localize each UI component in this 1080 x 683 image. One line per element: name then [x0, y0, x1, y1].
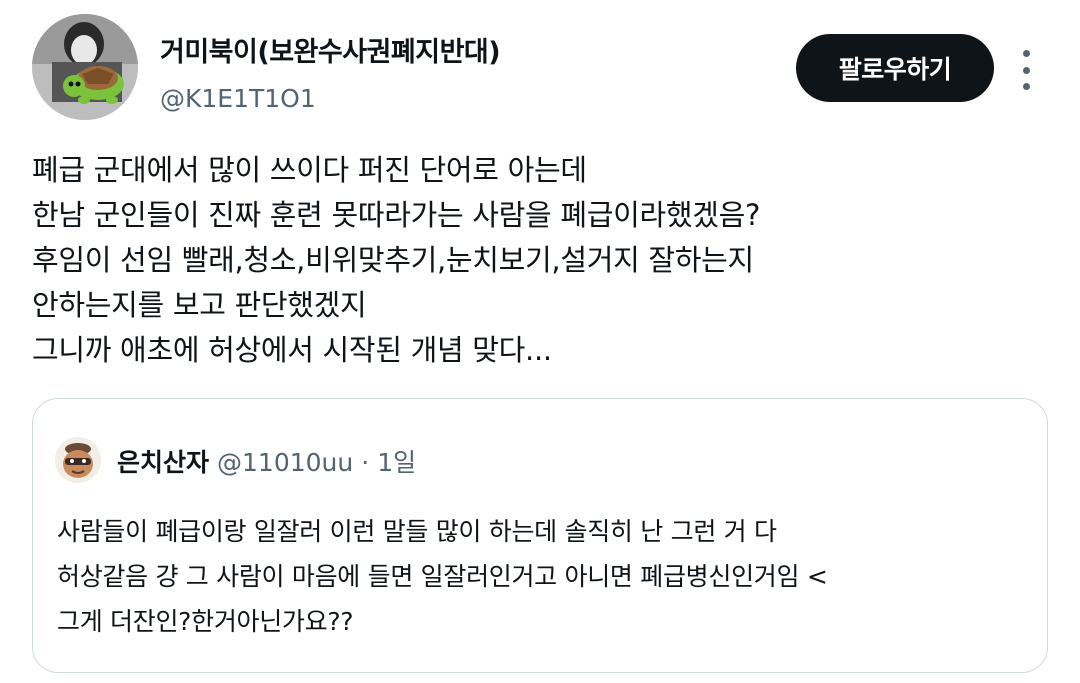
tweet-header: 거미북이(보완수사권폐지반대) @K1E1T1O1 팔로우하기 — [32, 14, 1052, 126]
tweet-line: 폐급 군대에서 많이 쓰이다 퍼진 단어로 아는데 — [32, 153, 587, 187]
tweet-line: 안하는지를 보고 판단했겠지 — [32, 288, 367, 322]
quoted-author-handle[interactable]: @11010uu — [217, 448, 353, 477]
quoted-tweet-line: 그게 더잔인?한거아닌가요?? — [57, 607, 354, 636]
tweet-line: 후임이 선임 빨래,청소,비위맞추기,눈치보기,설거지 잘하는지 — [32, 243, 754, 277]
tweet-line: 그니까 애초에 허상에서 시작된 개념 맞다... — [32, 333, 552, 367]
quoted-tweet-card[interactable]: 은치산자 @11010uu · 1일 사람들이 폐급이랑 일잘러 이런 말들 많이 하… — [32, 398, 1048, 673]
quoted-tweet-header: 은치산자 @11010uu · 1일 — [117, 443, 416, 479]
more-options-icon[interactable] — [1014, 50, 1038, 90]
follow-button[interactable]: 팔로우하기 — [796, 34, 994, 102]
quoted-tweet-time[interactable]: 1일 — [377, 448, 416, 477]
quoted-tweet-line: 허상같음 걍 그 사람이 마음에 들면 일잘러인거고 아니면 폐급병신인거임 < — [57, 562, 828, 591]
tweet-text: 폐급 군대에서 많이 쓰이다 퍼진 단어로 아는데 한남 군인들이 진짜 훈련 … — [32, 148, 1042, 373]
quoted-author-name[interactable]: 은치산자 — [117, 448, 209, 477]
quoted-tweet-line: 사람들이 폐급이랑 일잘러 이런 말들 많이 하는데 솔직히 난 그런 거 다 — [57, 517, 777, 546]
tweet-line: 한남 군인들이 진짜 훈련 못따라가는 사람을 폐급이라했겠음? — [32, 198, 761, 232]
author-display-name[interactable]: 거미북이(보완수사권폐지반대) — [160, 30, 501, 69]
quoted-tweet-text: 사람들이 폐급이랑 일잘러 이런 말들 많이 하는데 솔직히 난 그런 거 다 … — [57, 509, 1037, 644]
author-avatar[interactable] — [32, 14, 138, 120]
author-handle[interactable]: @K1E1T1O1 — [160, 84, 316, 113]
meta-separator: · — [361, 448, 370, 477]
quoted-author-avatar[interactable] — [55, 437, 101, 483]
